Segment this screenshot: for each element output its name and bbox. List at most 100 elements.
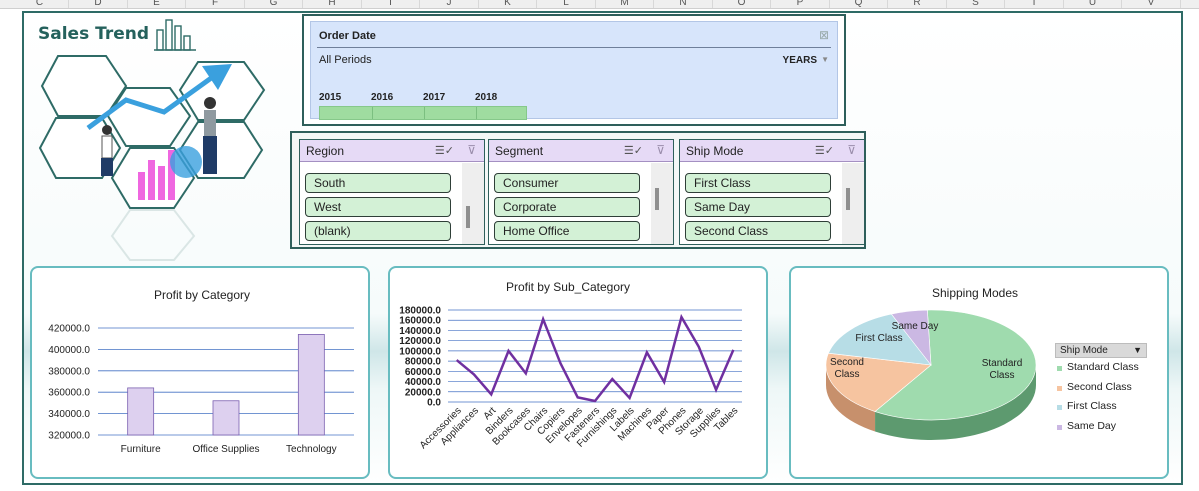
timeline-year-label: 2017 (423, 92, 446, 103)
y-tick-label: 340000.0 (48, 409, 90, 420)
column-header[interactable]: K (479, 0, 537, 8)
column-header[interactable]: N (655, 0, 713, 8)
column-header[interactable]: R (889, 0, 947, 8)
column-header[interactable]: D (70, 0, 128, 8)
clear-filter-icon[interactable]: ⊠ (819, 28, 829, 42)
slicer-scrollbar[interactable] (462, 163, 484, 244)
profit-by-subcategory-chart: Profit by Sub_Category 180000.0160000.01… (399, 280, 742, 451)
timeline-body: Order Date ⊠ All Periods YEARS ▼ 2015 20… (310, 21, 838, 120)
y-tick-label: 380000.0 (48, 366, 90, 377)
y-tick-label: 0.0 (427, 398, 441, 409)
slicer-item[interactable]: Corporate (494, 197, 640, 217)
x-tick-label: Office Supplies (192, 444, 259, 455)
pie-data-label: Second Class (830, 357, 864, 380)
bar (212, 400, 240, 436)
column-header[interactable]: E (128, 0, 186, 8)
x-tick-label: Technology (286, 444, 337, 455)
y-tick-label: 400000.0 (48, 345, 90, 356)
profit-by-category-chart: Profit by Category 420000.0 400000.0 38000… (48, 288, 354, 455)
legend-title: Ship Mode (1060, 345, 1108, 356)
timeline-year-label: 2015 (319, 92, 342, 103)
column-header[interactable]: F (187, 0, 245, 8)
clear-filter-icon[interactable]: ⊽ (467, 143, 476, 157)
legend-label: Standard Class (1067, 361, 1139, 373)
profit-by-subcategory-card[interactable]: Profit by Sub_Category 180000.0 160000.0 1… (388, 266, 768, 479)
timeline-year-label: 2018 (475, 92, 498, 103)
x-tick-label: Furniture (121, 444, 161, 455)
pie-data-label: Same Day (892, 321, 939, 332)
legend-item: Same Day (1055, 417, 1147, 437)
timeline-range-bar[interactable] (319, 106, 527, 120)
timeline-period-label: All Periods (319, 54, 372, 66)
chevron-down-icon[interactable]: ▼ (1133, 344, 1142, 357)
legend-item: Second Class (1055, 378, 1147, 398)
legend-filter-button[interactable]: Ship Mode ▼ (1055, 343, 1147, 358)
column-header[interactable]: H (304, 0, 362, 8)
column-header[interactable]: L (538, 0, 596, 8)
column-header[interactable]: U (1064, 0, 1122, 8)
slicer-item[interactable]: Home Office (494, 221, 640, 241)
scroll-thumb[interactable] (846, 188, 850, 210)
slicer-item[interactable]: West (305, 197, 451, 217)
column-header[interactable]: Q (830, 0, 888, 8)
column-header[interactable]: P (772, 0, 830, 8)
column-header[interactable]: S (947, 0, 1005, 8)
segment-slicer: Segment ☰✓ ⊽ Consumer Corporate Home Off… (488, 139, 674, 245)
slicer-title: Segment (495, 144, 544, 158)
clear-filter-icon[interactable]: ⊽ (847, 143, 856, 157)
slicer-item[interactable]: (blank) (305, 221, 451, 241)
chart-title: Shipping Modes (932, 286, 1018, 300)
slicer-header: Ship Mode ☰✓ ⊽ (680, 140, 864, 162)
chart-title: Profit by Category (154, 288, 250, 302)
sales-trend-illustration (38, 55, 266, 261)
column-header[interactable]: I (362, 0, 420, 8)
scroll-thumb[interactable] (466, 206, 470, 228)
timeline-level-selector[interactable]: YEARS (783, 55, 817, 66)
slicer-title: Ship Mode (686, 144, 744, 158)
dashboard-title: Sales Trend (38, 24, 150, 44)
legend-item: Standard Class (1055, 358, 1147, 378)
column-header[interactable]: J (421, 0, 479, 8)
scroll-thumb[interactable] (655, 188, 659, 210)
slicer-header: Region ☰✓ ⊽ (300, 140, 484, 162)
slicer-title: Region (306, 144, 345, 158)
timeline-title: Order Date (319, 30, 376, 42)
slicer-item[interactable]: Same Day (685, 197, 831, 217)
ship-mode-legend[interactable]: Ship Mode ▼ Standard Class Second Class … (1055, 343, 1147, 436)
legend-label: Same Day (1067, 419, 1117, 432)
ship-mode-slicer: Ship Mode ☰✓ ⊽ First Class Same Day Seco… (679, 139, 865, 245)
slicer-item[interactable]: First Class (685, 173, 831, 193)
y-tick-label: 360000.0 (48, 388, 90, 399)
multi-select-icon[interactable]: ☰✓ (435, 144, 454, 157)
chart-title: Profit by Sub_Category (506, 280, 630, 294)
multi-select-icon[interactable]: ☰✓ (624, 144, 643, 157)
y-tick-label: 320000.0 (48, 431, 90, 442)
legend-label: First Class (1067, 400, 1117, 412)
y-tick-label: 420000.0 (48, 324, 90, 335)
slicer-item[interactable]: Second Class (685, 221, 831, 241)
region-slicer: Region ☰✓ ⊽ South West (blank) (299, 139, 485, 245)
clear-filter-icon[interactable]: ⊽ (656, 143, 665, 157)
legend-label: Second Class (1067, 380, 1132, 393)
slicer-item[interactable]: South (305, 173, 451, 193)
column-header[interactable]: C (11, 0, 69, 8)
multi-select-icon[interactable]: ☰✓ (815, 144, 834, 157)
bar (127, 387, 155, 436)
slicer-item[interactable]: Consumer (494, 173, 640, 193)
legend-item: First Class (1055, 397, 1147, 417)
column-header-bar: CDEFGHIJKLMNOPQRSTUV (0, 0, 1199, 9)
bar-chart-icon (154, 19, 196, 51)
column-header[interactable]: M (596, 0, 654, 8)
timeline-divider (317, 47, 831, 48)
profit-by-category-card[interactable]: Profit by Category 420000.0 400000.0 38000… (30, 266, 370, 479)
column-header[interactable]: V (1123, 0, 1181, 8)
chevron-down-icon[interactable]: ▼ (821, 55, 829, 64)
column-header[interactable]: T (1006, 0, 1064, 8)
column-header[interactable]: G (245, 0, 303, 8)
series-line (455, 313, 735, 403)
slicer-group: Region ☰✓ ⊽ South West (blank) Segment ☰… (290, 131, 866, 249)
slicer-header: Segment ☰✓ ⊽ (489, 140, 673, 162)
column-header[interactable]: O (713, 0, 771, 8)
bar (297, 334, 325, 436)
order-date-timeline[interactable]: Order Date ⊠ All Periods YEARS ▼ 2015 20… (302, 14, 846, 126)
